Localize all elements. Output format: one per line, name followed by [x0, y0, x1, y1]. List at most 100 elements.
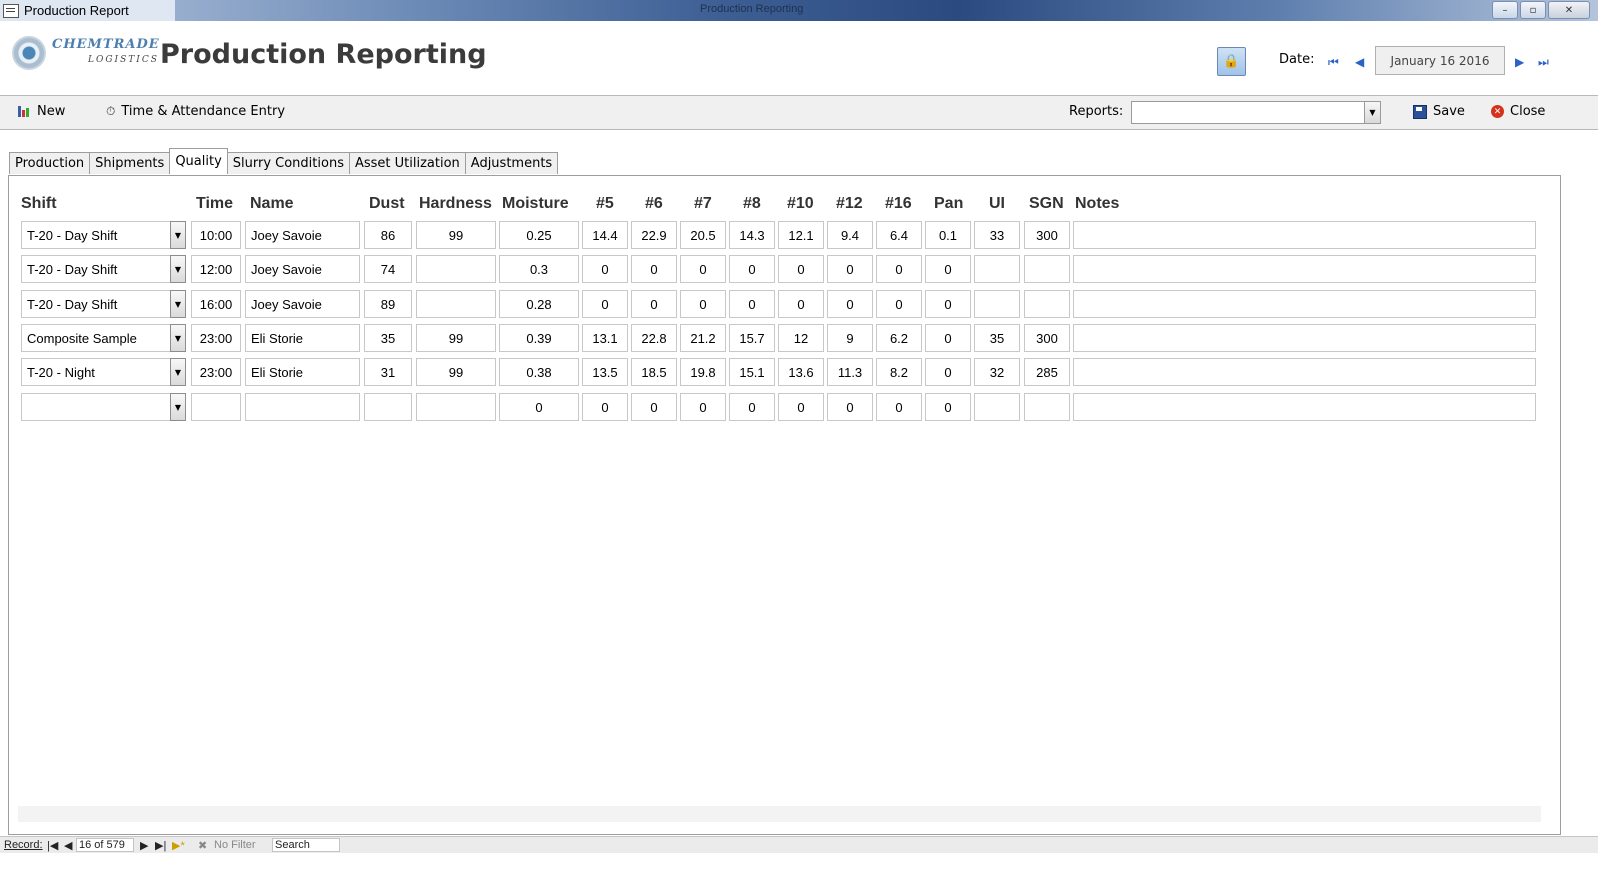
cell-sieve-10[interactable]: 13.6 [778, 358, 824, 386]
cell-sieve-16[interactable]: 0 [876, 290, 922, 318]
tab-asset-utilization[interactable]: Asset Utilization [348, 152, 466, 174]
first-date-icon[interactable]: ⏮ [1328, 55, 1339, 70]
cell-pan[interactable]: 0 [925, 255, 971, 283]
time-attendance-button[interactable]: ⏱ Time & Attendance Entry [106, 104, 285, 119]
cell-sieve-5[interactable]: 0 [582, 290, 628, 318]
last-date-icon[interactable]: ⏭ [1538, 55, 1549, 70]
cell-time[interactable]: 10:00 [191, 221, 241, 249]
cell-hardness[interactable]: 99 [416, 358, 496, 386]
cell-sieve-10[interactable]: 0 [778, 255, 824, 283]
cell-sieve-16[interactable]: 6.4 [876, 221, 922, 249]
cell-sieve-7[interactable]: 0 [680, 393, 726, 421]
cell-sieve-8[interactable]: 0 [729, 290, 775, 318]
cell-shift[interactable]: T-20 - Day Shift [21, 290, 171, 318]
cell-dust[interactable]: 86 [364, 221, 412, 249]
record-position[interactable]: 16 of 579 [76, 838, 134, 852]
cell-sieve-5[interactable]: 13.5 [582, 358, 628, 386]
cell-dust[interactable]: 89 [364, 290, 412, 318]
cell-sieve-7[interactable]: 0 [680, 255, 726, 283]
restore-button[interactable]: ▫ [1520, 1, 1546, 19]
cell-dust[interactable]: 74 [364, 255, 412, 283]
cell-sieve-16[interactable]: 8.2 [876, 358, 922, 386]
cell-ui[interactable] [974, 393, 1020, 421]
tab-slurry-conditions[interactable]: Slurry Conditions [226, 152, 350, 174]
cell-sieve-12[interactable]: 0 [827, 255, 873, 283]
cell-hardness[interactable]: 99 [416, 221, 496, 249]
cell-sgn[interactable]: 300 [1024, 221, 1070, 249]
cell-notes[interactable] [1073, 255, 1536, 283]
shift-dropdown-arrow-icon[interactable]: ▼ [170, 255, 186, 283]
cell-ui[interactable]: 32 [974, 358, 1020, 386]
cell-sieve-12[interactable]: 0 [827, 393, 873, 421]
first-record-icon[interactable]: |◀ [47, 839, 58, 852]
cell-notes[interactable] [1073, 324, 1536, 352]
cell-notes[interactable] [1073, 290, 1536, 318]
cell-ui[interactable] [974, 255, 1020, 283]
cell-shift[interactable]: T-20 - Day Shift [21, 221, 171, 249]
cell-sieve-8[interactable]: 0 [729, 393, 775, 421]
cell-moisture[interactable]: 0 [499, 393, 579, 421]
cell-sieve-7[interactable]: 20.5 [680, 221, 726, 249]
cell-sgn[interactable] [1024, 255, 1070, 283]
reports-dropdown[interactable]: ▼ [1131, 101, 1381, 124]
cell-sieve-8[interactable]: 15.7 [729, 324, 775, 352]
cell-ui[interactable]: 33 [974, 221, 1020, 249]
cell-notes[interactable] [1073, 393, 1536, 421]
cell-sieve-12[interactable]: 0 [827, 290, 873, 318]
cell-sieve-6[interactable]: 18.5 [631, 358, 677, 386]
cell-pan[interactable]: 0.1 [925, 221, 971, 249]
cell-sgn[interactable]: 300 [1024, 324, 1070, 352]
tab-shipments[interactable]: Shipments [89, 152, 171, 174]
cell-moisture[interactable]: 0.25 [499, 221, 579, 249]
tab-quality[interactable]: Quality [169, 148, 228, 174]
shift-dropdown-arrow-icon[interactable]: ▼ [170, 324, 186, 352]
lock-button[interactable]: 🔒 [1217, 47, 1246, 76]
cell-dust[interactable]: 31 [364, 358, 412, 386]
next-date-icon[interactable]: ▶ [1515, 55, 1524, 69]
cell-moisture[interactable]: 0.38 [499, 358, 579, 386]
cell-sieve-16[interactable]: 0 [876, 255, 922, 283]
cell-name[interactable]: Joey Savoie [245, 290, 360, 318]
cell-pan[interactable]: 0 [925, 290, 971, 318]
last-record-icon[interactable]: ▶| [155, 839, 166, 852]
cell-shift[interactable]: T-20 - Night [21, 358, 171, 386]
save-button[interactable]: Save [1413, 104, 1465, 119]
minimize-button[interactable]: – [1492, 1, 1518, 19]
cell-sieve-10[interactable]: 0 [778, 290, 824, 318]
shift-dropdown-arrow-icon[interactable]: ▼ [170, 290, 186, 318]
tab-adjustments[interactable]: Adjustments [464, 152, 559, 174]
cell-sieve-8[interactable]: 14.3 [729, 221, 775, 249]
cell-sieve-7[interactable]: 21.2 [680, 324, 726, 352]
cell-sieve-7[interactable]: 0 [680, 290, 726, 318]
cell-sieve-12[interactable]: 11.3 [827, 358, 873, 386]
cell-hardness[interactable] [416, 393, 496, 421]
cell-hardness[interactable] [416, 290, 496, 318]
cell-sieve-6[interactable]: 0 [631, 290, 677, 318]
cell-sgn[interactable] [1024, 393, 1070, 421]
cell-sgn[interactable] [1024, 290, 1070, 318]
cell-sieve-6[interactable]: 0 [631, 393, 677, 421]
next-record-icon[interactable]: ▶ [140, 839, 148, 852]
cell-sieve-6[interactable]: 22.9 [631, 221, 677, 249]
cell-ui[interactable] [974, 290, 1020, 318]
new-record-icon[interactable]: ▶* [172, 839, 185, 852]
cell-sieve-10[interactable]: 12 [778, 324, 824, 352]
cell-hardness[interactable] [416, 255, 496, 283]
cell-time[interactable]: 16:00 [191, 290, 241, 318]
filter-status[interactable]: No Filter [214, 839, 256, 851]
cell-moisture[interactable]: 0.3 [499, 255, 579, 283]
tab-production[interactable]: Production [9, 152, 91, 174]
cell-sieve-10[interactable]: 0 [778, 393, 824, 421]
cell-sieve-8[interactable]: 0 [729, 255, 775, 283]
cell-ui[interactable]: 35 [974, 324, 1020, 352]
shift-dropdown-arrow-icon[interactable]: ▼ [170, 221, 186, 249]
cell-sieve-10[interactable]: 12.1 [778, 221, 824, 249]
cell-time[interactable]: 23:00 [191, 358, 241, 386]
date-field[interactable]: January 16 2016 [1375, 46, 1505, 75]
cell-sieve-12[interactable]: 9.4 [827, 221, 873, 249]
new-button[interactable]: New [18, 104, 65, 119]
cell-sieve-5[interactable]: 0 [582, 393, 628, 421]
cell-moisture[interactable]: 0.39 [499, 324, 579, 352]
cell-time[interactable]: 23:00 [191, 324, 241, 352]
cell-name[interactable]: Joey Savoie [245, 255, 360, 283]
